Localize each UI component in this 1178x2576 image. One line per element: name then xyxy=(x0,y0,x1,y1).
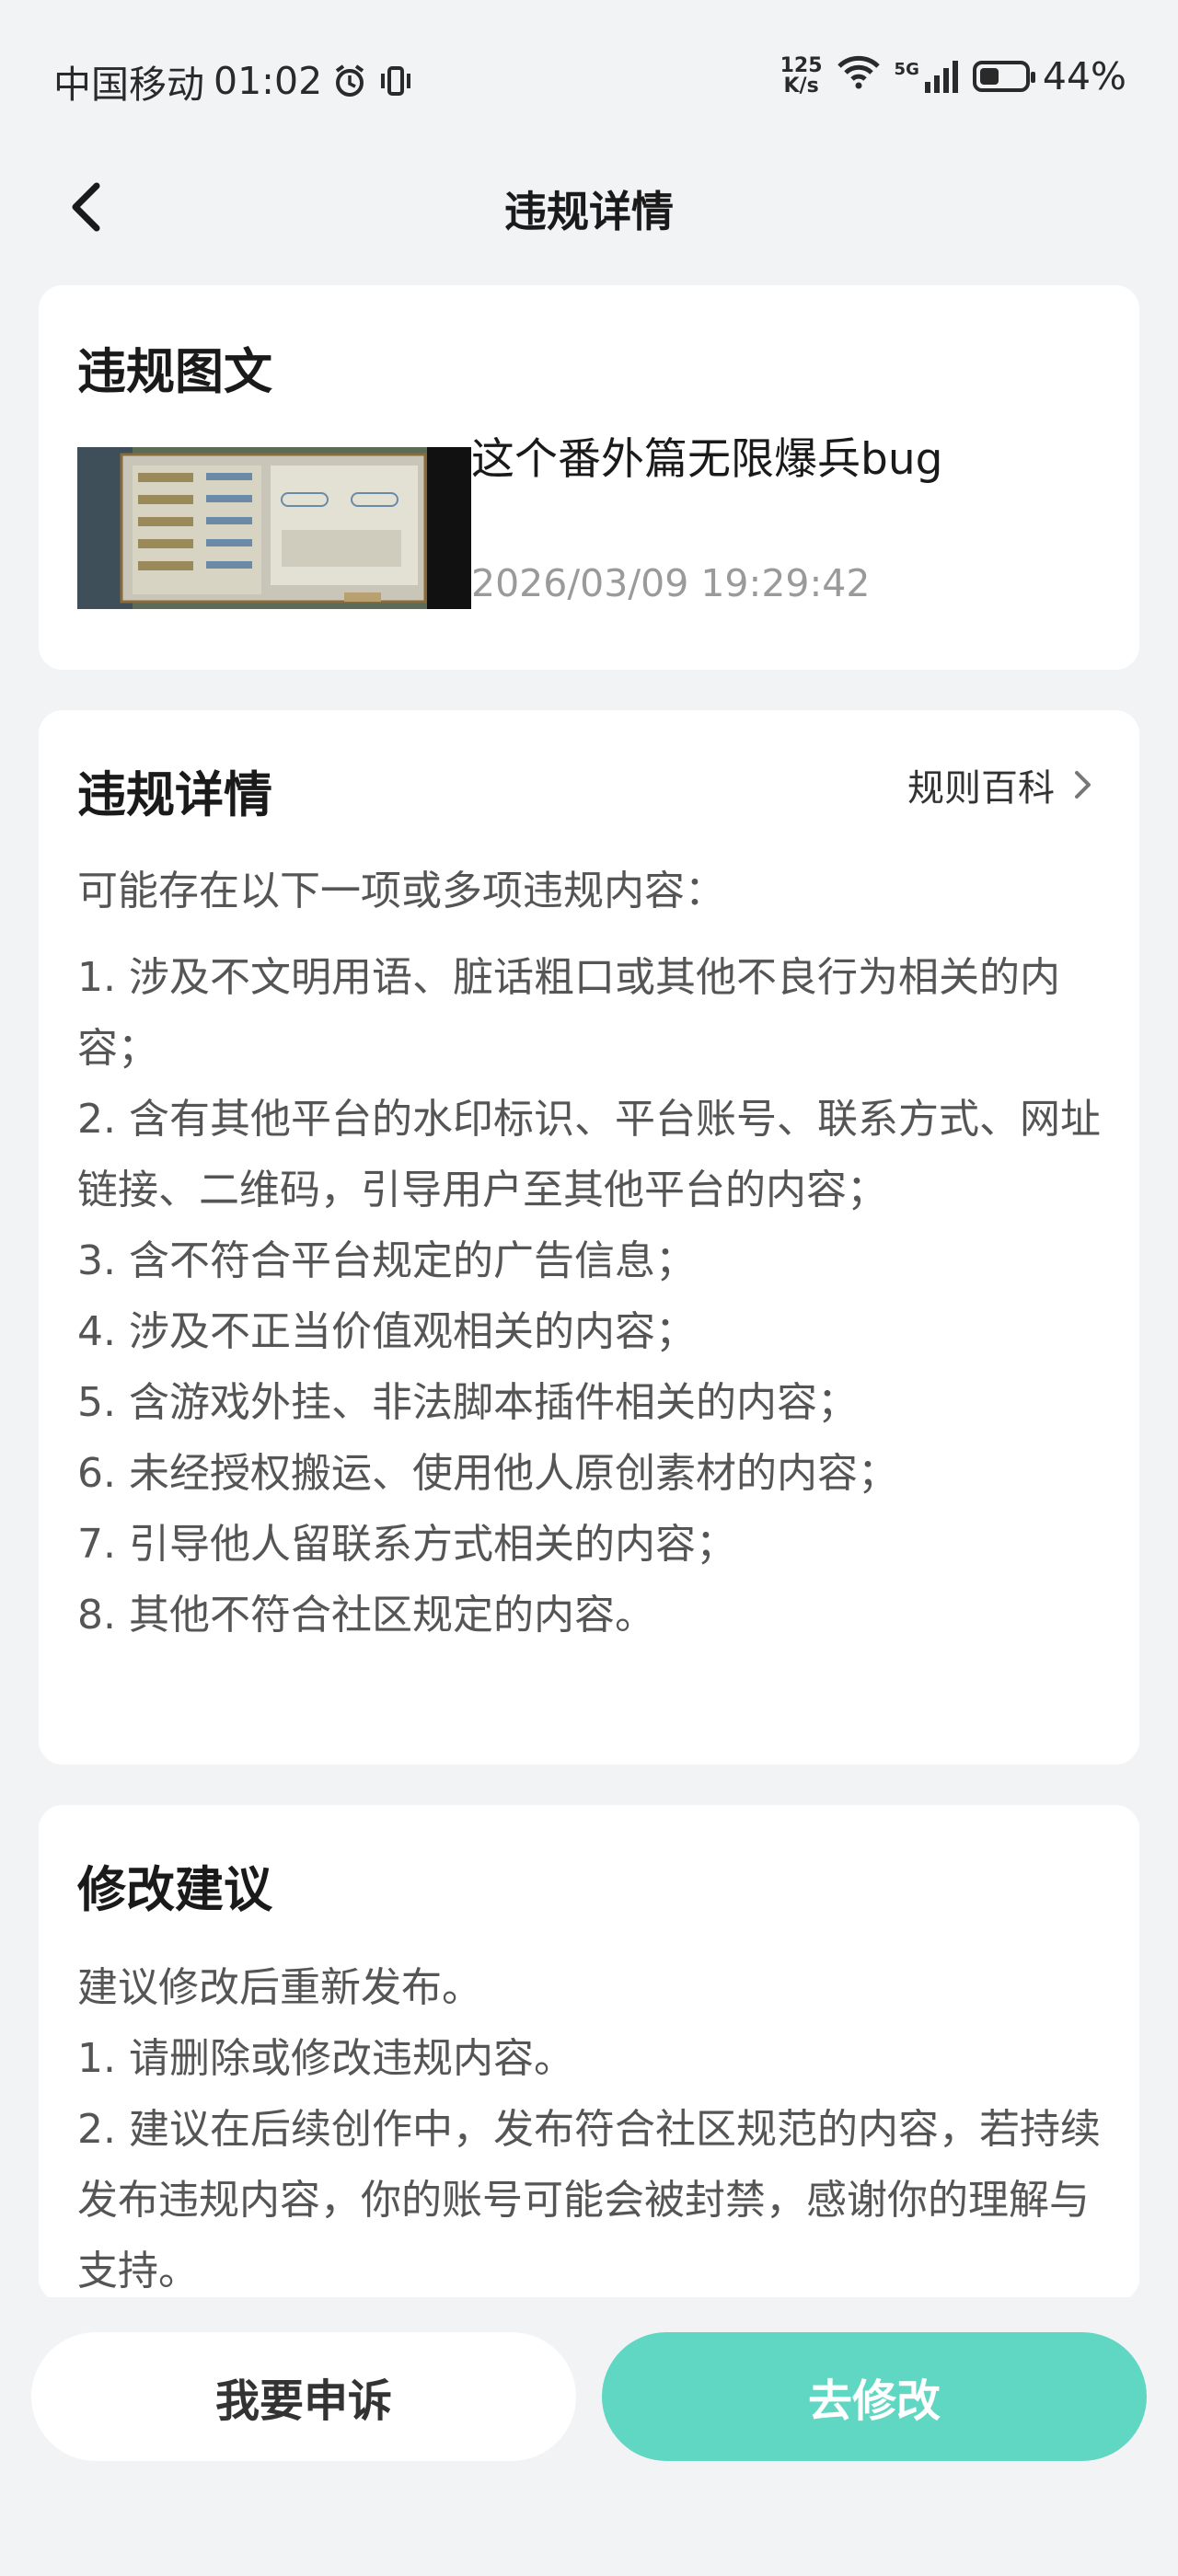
post-card-heading: 违规图文 xyxy=(77,344,272,400)
top-nav: 违规详情 xyxy=(0,156,1178,258)
list-item: 5. 含游戏外挂、非法脚本插件相关的内容； xyxy=(77,1379,858,1426)
network-speed: 125 K/s xyxy=(780,56,823,97)
page-title: 违规详情 xyxy=(504,187,674,236)
game-screenshot-image xyxy=(77,447,471,609)
suggestion-line: 2. 建议在后续创作中，发布符合社区规范的内容，若持续发布违规内容，你的账号可能… xyxy=(77,2106,1101,2294)
clock: 01:02 xyxy=(214,59,323,103)
violating-post-card: 违规图文 这个番外篇无限爆兵bug 2026/03/09 19:29:42 xyxy=(39,285,1139,670)
rules-encyclopedia-link[interactable]: 规则百科 xyxy=(907,758,1093,811)
suggestion-text: 建议修改后重新发布。 1. 请删除或修改违规内容。 2. 建议在后续创作中，发布… xyxy=(77,1952,1117,2302)
suggestion-line: 建议修改后重新发布。 xyxy=(77,1964,482,2011)
list-item: 3. 含不符合平台规定的广告信息； xyxy=(77,1237,696,1284)
list-item: 2. 含有其他平台的水印标识、平台账号、联系方式、网址链接、二维码，引导用户至其… xyxy=(77,1096,1101,1213)
suggestion-line: 1. 请删除或修改违规内容。 xyxy=(77,2035,574,2082)
violation-details-card: 违规详情 规则百科 可能存在以下一项或多项违规内容： 1. 涉及不文明用语、脏话… xyxy=(39,710,1139,1765)
post-thumbnail[interactable] xyxy=(77,447,471,609)
status-bar: 中国移动 01:02 125 K/s 5G 44% xyxy=(0,0,1178,156)
violation-list: 1. 涉及不文明用语、脏话粗口或其他不良行为相关的内容； 2. 含有其他平台的水… xyxy=(77,942,1117,1650)
battery-fill xyxy=(979,68,999,85)
suggestion-card-heading: 修改建议 xyxy=(77,1862,272,1918)
chevron-right-icon xyxy=(1075,771,1091,799)
battery-icon xyxy=(972,61,1035,92)
list-item: 7. 引导他人留联系方式相关的内容； xyxy=(77,1521,736,1568)
list-item: 8. 其他不符合社区规定的内容。 xyxy=(77,1592,655,1639)
list-item: 4. 涉及不正当价值观相关的内容； xyxy=(77,1308,696,1355)
signal-icon: 5G xyxy=(895,60,960,93)
alarm-icon xyxy=(331,63,368,99)
post-title[interactable]: 这个番外篇无限爆兵bug xyxy=(471,423,942,487)
speed-value: 125 xyxy=(780,54,823,77)
vibrate-icon xyxy=(377,63,414,99)
bottom-action-bar: 我要申诉 去修改 xyxy=(0,2297,1178,2576)
list-item: 1. 涉及不文明用语、脏话粗口或其他不良行为相关的内容； xyxy=(77,954,1060,1072)
post-timestamp: 2026/03/09 19:29:42 xyxy=(471,561,871,605)
speed-unit: K/s xyxy=(783,75,819,98)
status-right: 125 K/s 5G 44% xyxy=(780,53,1126,99)
suggestion-card: 修改建议 建议修改后重新发布。 1. 请删除或修改违规内容。 2. 建议在后续创… xyxy=(39,1805,1139,2302)
modify-button[interactable]: 去修改 xyxy=(602,2332,1147,2461)
appeal-button[interactable]: 我要申诉 xyxy=(31,2332,576,2461)
wifi-icon xyxy=(836,53,882,99)
violation-intro: 可能存在以下一项或多项违规内容： xyxy=(77,868,725,914)
status-left: 中国移动 01:02 xyxy=(53,53,414,109)
rules-link-label: 规则百科 xyxy=(907,767,1055,810)
details-card-heading: 违规详情 xyxy=(77,767,272,823)
carrier-name: 中国移动 xyxy=(53,63,204,107)
list-item: 6. 未经授权搬运、使用他人原创素材的内容； xyxy=(77,1450,898,1497)
battery-percent: 44% xyxy=(1042,54,1126,98)
network-type: 5G xyxy=(894,60,919,79)
